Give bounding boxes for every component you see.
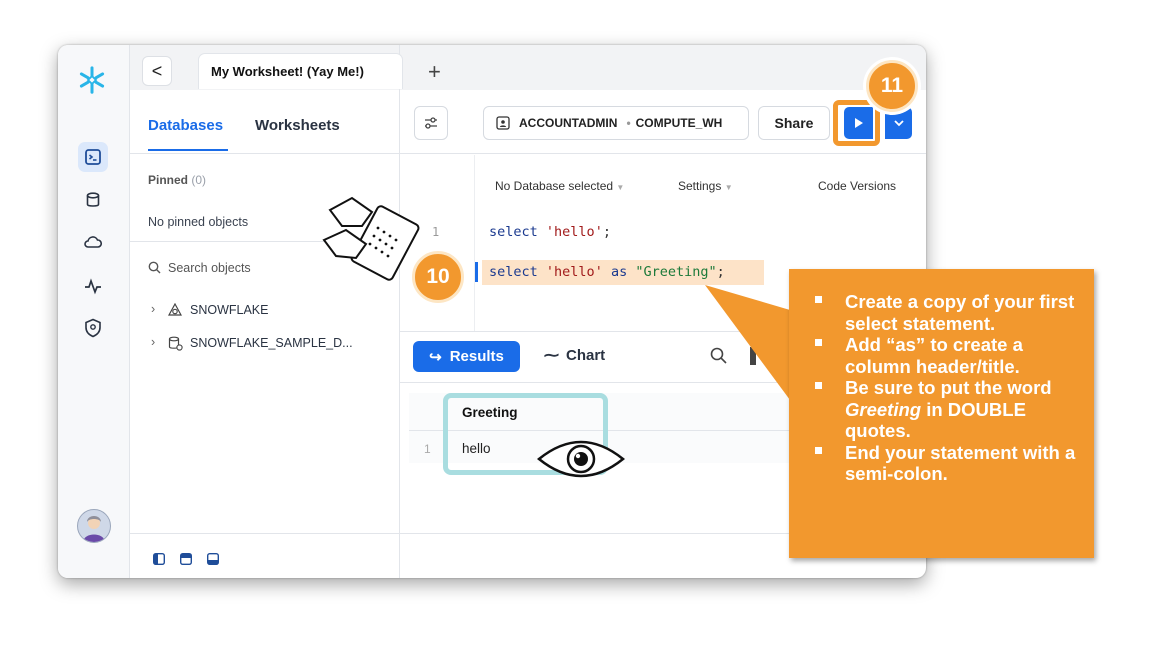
panel-layout-icons (153, 553, 219, 565)
nav-rail (58, 45, 130, 578)
bottom-panel-toggle-icon[interactable] (207, 553, 219, 565)
left-panel-toggle-icon[interactable] (153, 553, 165, 565)
worksheet-icon[interactable] (78, 142, 108, 172)
sliders-icon (425, 117, 437, 129)
column-header-greeting[interactable]: Greeting (462, 405, 518, 420)
role-icon (496, 116, 510, 130)
callout-item-1: Create a copy of your first select state… (815, 291, 1080, 334)
settings-dropdown[interactable]: Settings ▼ (678, 179, 733, 193)
snowflake-logo-icon[interactable] (77, 65, 107, 95)
activity-icon[interactable] (78, 271, 108, 301)
code-line-1[interactable]: select 'hello'; (489, 224, 611, 240)
tab-databases[interactable]: Databases (148, 117, 223, 134)
play-icon (854, 118, 863, 128)
warehouse-label: COMPUTE_WH (635, 116, 723, 130)
callout-item-2: Add “as” to create a column header/title… (815, 334, 1080, 377)
database-icon[interactable] (78, 185, 108, 215)
results-arrow-icon: ↪ (429, 348, 442, 366)
tree-item-sample-db[interactable]: SNOWFLAKE_SAMPLE_D... (190, 336, 353, 350)
filter-settings-button[interactable] (414, 106, 448, 140)
shared-db-icon (167, 302, 183, 322)
database-share-icon (168, 336, 183, 356)
search-input[interactable]: Search objects (168, 261, 251, 275)
line-number: 1 (432, 225, 440, 239)
chevron-right-icon[interactable]: › (151, 302, 155, 316)
run-button[interactable] (844, 107, 873, 139)
callout-item-3: Be sure to put the word Greeting in DOUB… (815, 377, 1080, 442)
eye-icon (536, 435, 626, 488)
separator-dot: • (626, 116, 631, 130)
tab-worksheets[interactable]: Worksheets (255, 117, 340, 134)
shield-icon[interactable] (78, 313, 108, 343)
tree-item-snowflake[interactable]: SNOWFLAKE (190, 303, 269, 317)
back-button[interactable]: < (142, 56, 172, 86)
role-label: ACCOUNTADMIN (519, 116, 618, 130)
callout-item-4: End your statement with a semi-colon. (815, 442, 1080, 485)
no-pinned-text: No pinned objects (148, 215, 249, 229)
step-badge-11: 11 (866, 60, 918, 112)
code-versions-link[interactable]: Code Versions (818, 179, 896, 193)
typing-hands-icon (322, 192, 422, 289)
divider (399, 153, 926, 154)
chart-tab[interactable]: ⁓ Chart (544, 346, 605, 364)
results-tab[interactable]: ↪ Results (413, 341, 520, 372)
worksheet-tab[interactable]: My Worksheet! (Yay Me!) (198, 53, 403, 89)
chevron-down-icon (893, 119, 904, 126)
gutter-divider (474, 155, 475, 331)
cloud-icon[interactable] (78, 227, 108, 257)
chevron-right-icon[interactable]: › (151, 335, 155, 349)
active-tab-underline (148, 149, 228, 151)
context-selector[interactable]: ACCOUNTADMIN • COMPUTE_WH (483, 106, 749, 140)
row-number: 1 (424, 442, 431, 456)
cell-value[interactable]: hello (462, 441, 491, 456)
new-tab-button[interactable]: + (428, 59, 441, 85)
line-change-marker (475, 262, 478, 282)
trend-icon: ⁓ (544, 347, 559, 364)
divider (129, 153, 399, 154)
database-selector[interactable]: No Database selected ▼ (495, 179, 624, 193)
instruction-callout: Create a copy of your first select state… (789, 269, 1094, 558)
top-panel-toggle-icon[interactable] (180, 553, 192, 565)
pinned-label: Pinned (0) (148, 173, 207, 187)
code-line-2[interactable]: select 'hello' as "Greeting"; (489, 264, 725, 280)
share-button[interactable]: Share (758, 106, 830, 140)
avatar[interactable] (77, 509, 111, 543)
search-icon (148, 261, 161, 279)
